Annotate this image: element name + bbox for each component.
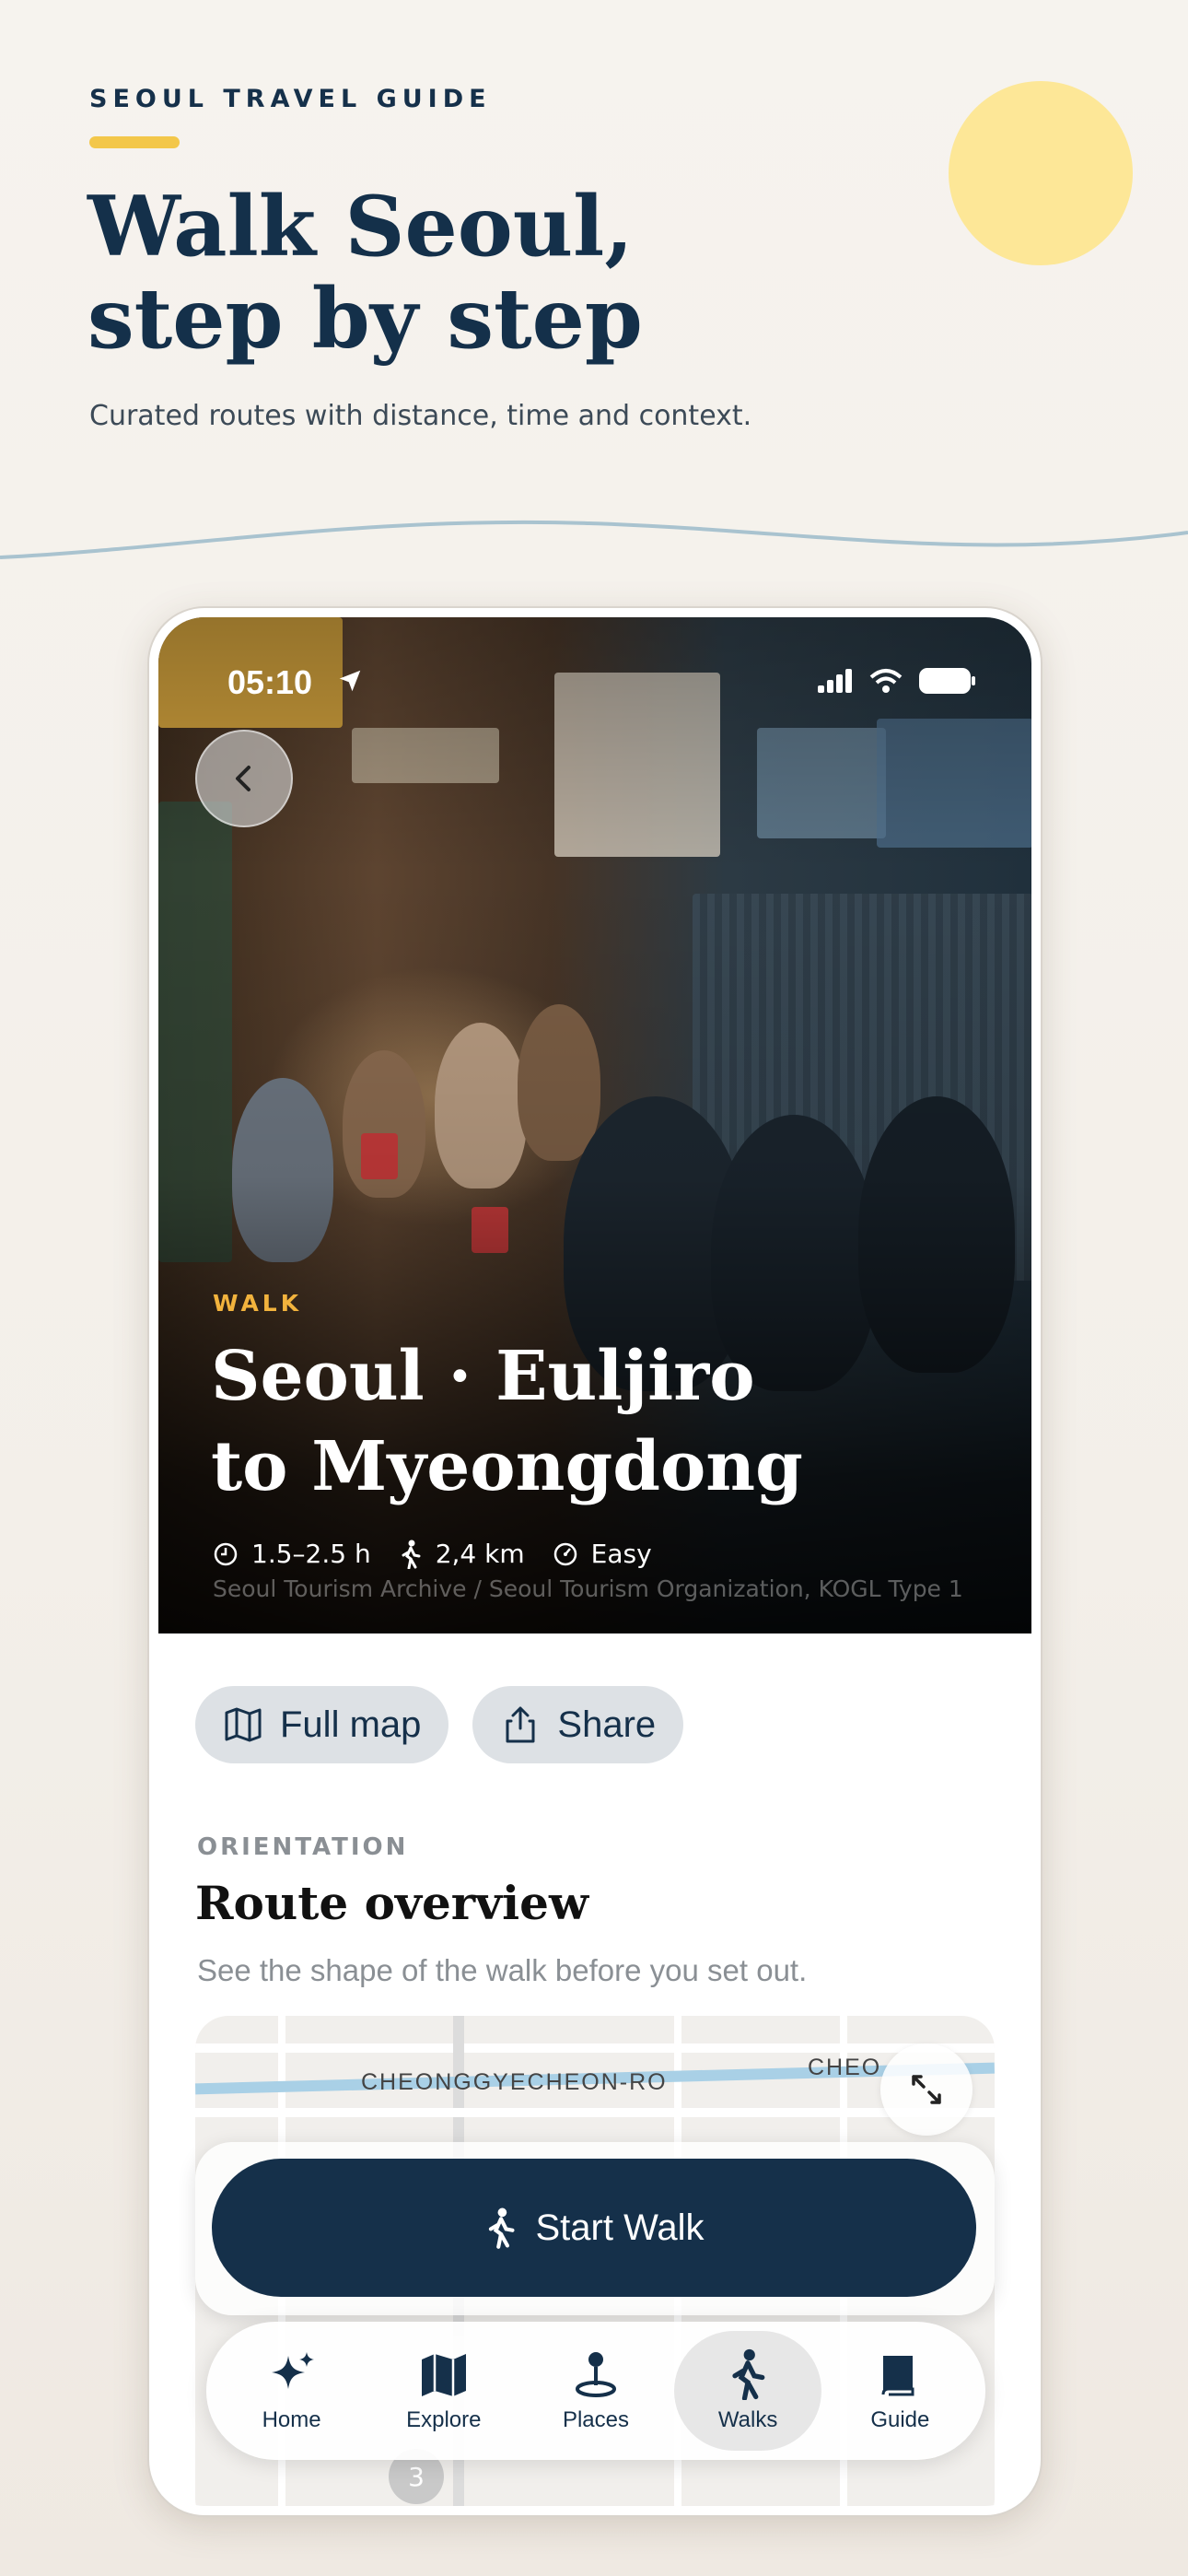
tab-bar: Home Explore Places Walks Guide [206, 2322, 985, 2460]
hero-image: 05:10 WALK Seoul · Euljiro to Myeongdong… [158, 617, 1031, 1633]
tab-guide[interactable]: Guide [826, 2331, 973, 2451]
map-icon [421, 2354, 466, 2396]
clock-icon [214, 1542, 238, 1565]
tab-places-label: Places [562, 2407, 629, 2432]
walking-person-icon [488, 2207, 515, 2249]
tab-home[interactable]: Home [218, 2331, 366, 2451]
route-title-line-2: to Myeongdong [211, 1427, 803, 1506]
full-map-button[interactable]: Full map [195, 1686, 449, 1763]
page-headline: Walk Seoul, step by step [87, 181, 916, 365]
tab-guide-label: Guide [870, 2407, 930, 2432]
map-icon [225, 1707, 262, 1742]
expand-icon [912, 2075, 941, 2104]
start-walk-button[interactable]: Start Walk [212, 2159, 976, 2297]
battery-icon [919, 668, 975, 694]
wifi-icon [869, 669, 903, 693]
duration-value: 1.5–2.5 h [251, 1539, 371, 1569]
sparkles-icon [271, 2352, 314, 2389]
location-arrow-icon [339, 670, 361, 692]
section-subtitle: See the shape of the walk before you set… [197, 1953, 808, 1987]
page-subtitle: Curated routes with distance, time and c… [89, 400, 752, 432]
action-chips: Full map Share [195, 1686, 684, 1763]
eyebrow-label: SEOUL TRAVEL GUIDE [89, 85, 492, 113]
chevron-left-icon [236, 766, 250, 791]
start-walk-label: Start Walk [535, 2207, 705, 2248]
meta-distance: 2,4 km [399, 1539, 525, 1569]
meta-duration: 1.5–2.5 h [213, 1539, 371, 1569]
distance-value: 2,4 km [435, 1539, 525, 1569]
route-title: Seoul · Euljiro to Myeongdong [211, 1331, 994, 1512]
walking-person-icon [732, 2348, 765, 2400]
book-icon [881, 2356, 914, 2396]
tab-explore-label: Explore [406, 2407, 482, 2432]
map-road [195, 2043, 995, 2053]
walking-person-icon [402, 1540, 421, 1569]
tab-walks[interactable]: Walks [674, 2331, 822, 2451]
route-meta: 1.5–2.5 h 2,4 km Easy [213, 1539, 652, 1569]
cellular-signal-icon [818, 669, 852, 693]
tab-explore[interactable]: Explore [370, 2331, 518, 2451]
share-label: Share [557, 1704, 657, 1745]
location-pin-icon [575, 2352, 616, 2397]
meta-difficulty: Easy [553, 1539, 652, 1569]
tab-places[interactable]: Places [522, 2331, 670, 2451]
tab-walks-label: Walks [717, 2407, 778, 2432]
back-button[interactable] [195, 730, 293, 827]
share-icon [506, 1706, 535, 1743]
headline-line-1: Walk Seoul, [87, 178, 634, 275]
map-label-street: CHEONGGYECHEON-RO [361, 2069, 668, 2095]
photo-credit: Seoul Tourism Archive / Seoul Tourism Or… [213, 1575, 963, 1602]
full-map-label: Full map [280, 1704, 422, 1745]
section-title: Route overview [195, 1876, 589, 1930]
gauge-icon [553, 1542, 577, 1565]
phone-frame: 05:10 WALK Seoul · Euljiro to Myeongdong… [149, 608, 1041, 2515]
status-bar: 05:10 [227, 663, 976, 701]
decorative-wave [0, 520, 1188, 559]
share-button[interactable]: Share [472, 1686, 684, 1763]
decorative-sun [949, 81, 1133, 265]
route-title-line-1: Seoul · Euljiro [211, 1337, 755, 1416]
map-label-street-right: CHEO [808, 2055, 882, 2080]
start-walk-panel: Start Walk [195, 2142, 995, 2315]
expand-map-button[interactable] [880, 2043, 973, 2136]
headline-line-2: step by step [87, 270, 643, 368]
status-time: 05:10 [227, 663, 313, 701]
section-kicker: ORIENTATION [197, 1833, 409, 1861]
map-road [195, 2108, 995, 2117]
tab-home-label: Home [262, 2407, 321, 2432]
hero-kicker: WALK [213, 1290, 303, 1317]
eyebrow-accent-bar [89, 136, 180, 148]
difficulty-value: Easy [590, 1539, 652, 1569]
